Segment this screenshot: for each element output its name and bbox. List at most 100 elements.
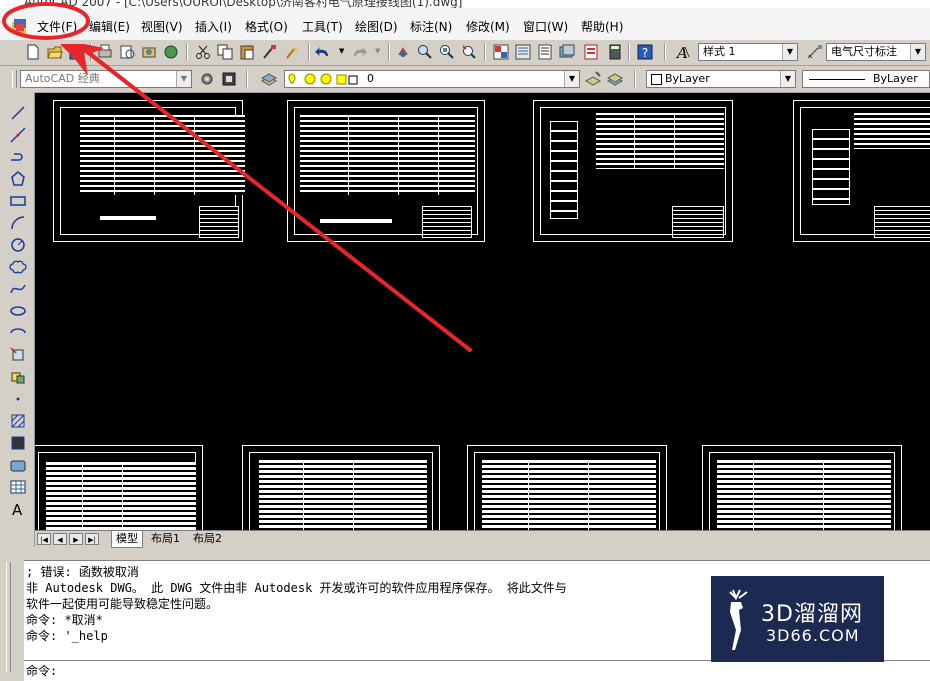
drawing-canvas[interactable] bbox=[35, 93, 930, 530]
menu-dimension[interactable]: 标注(N) bbox=[410, 18, 452, 35]
redo-dropdown-icon[interactable]: ▼ bbox=[375, 47, 380, 55]
first-tab-icon[interactable]: |◀ bbox=[37, 533, 51, 545]
line-icon[interactable] bbox=[9, 104, 27, 122]
match-properties-icon[interactable] bbox=[260, 43, 278, 61]
polygon-icon[interactable] bbox=[9, 170, 27, 188]
command-history-line: ; 错误: 函数被取消 bbox=[26, 565, 139, 579]
tab-model[interactable]: 模型 bbox=[111, 531, 143, 548]
drawing-sheet bbox=[702, 445, 902, 530]
properties-icon[interactable] bbox=[492, 43, 510, 61]
tool-palettes-icon[interactable] bbox=[536, 43, 554, 61]
drawing-sheet bbox=[793, 100, 930, 242]
markup-set-icon[interactable] bbox=[582, 43, 600, 61]
text-style-icon[interactable]: A bbox=[674, 43, 692, 61]
arc-icon[interactable] bbox=[9, 214, 27, 232]
make-current-layer-icon[interactable] bbox=[584, 70, 602, 88]
polyline-icon[interactable] bbox=[9, 148, 27, 166]
zoom-previous-icon[interactable] bbox=[460, 43, 478, 61]
region-icon[interactable] bbox=[9, 456, 27, 474]
menu-view[interactable]: 视图(V) bbox=[141, 18, 183, 35]
paste-icon[interactable] bbox=[238, 43, 256, 61]
insert-block-icon[interactable] bbox=[9, 346, 27, 364]
ellipse-arc-icon[interactable] bbox=[9, 324, 27, 342]
design-center-icon[interactable] bbox=[514, 43, 532, 61]
dimension-style-select[interactable]: 电气尺寸标注 ▼ bbox=[826, 43, 926, 61]
svg-text:A: A bbox=[675, 44, 688, 61]
construction-line-icon[interactable] bbox=[9, 126, 27, 144]
text-style-select[interactable]: 样式 1 ▼ bbox=[698, 43, 798, 61]
hatch-icon[interactable] bbox=[9, 412, 27, 430]
layer-value: 0 bbox=[367, 72, 374, 85]
undo-dropdown-icon[interactable]: ▼ bbox=[339, 47, 344, 55]
menu-file[interactable]: 文件(F) bbox=[37, 18, 77, 35]
text-style-value: 样式 1 bbox=[703, 45, 736, 58]
autocad-app-icon[interactable] bbox=[12, 19, 28, 33]
help-icon[interactable]: ? bbox=[636, 43, 654, 61]
command-history-line: 命令: '_help bbox=[26, 629, 108, 643]
chevron-down-icon: ▼ bbox=[780, 71, 795, 87]
site-watermark: 3D溜溜网 3D66.COM bbox=[711, 576, 884, 662]
publish-web-icon[interactable] bbox=[162, 43, 180, 61]
plot-preview-icon[interactable] bbox=[118, 43, 136, 61]
table-icon[interactable] bbox=[9, 478, 27, 496]
toolbar-grip[interactable] bbox=[12, 70, 17, 88]
publish-icon[interactable] bbox=[140, 43, 158, 61]
linetype-select[interactable]: ByLayer bbox=[802, 70, 930, 88]
menu-help[interactable]: 帮助(H) bbox=[581, 18, 623, 35]
redo-icon[interactable] bbox=[350, 43, 368, 61]
menu-modify[interactable]: 修改(M) bbox=[466, 18, 510, 35]
multiline-text-icon[interactable]: A bbox=[9, 500, 27, 518]
menu-bar: 文件(F) 编辑(E) 视图(V) 插入(I) 格式(O) 工具(T) 绘图(D… bbox=[0, 8, 930, 41]
workspace-select[interactable]: AutoCAD 经典 ▼ bbox=[20, 70, 192, 88]
layer-select[interactable]: 0 ▼ bbox=[284, 70, 580, 88]
print-icon[interactable] bbox=[96, 43, 114, 61]
menu-window[interactable]: 窗口(W) bbox=[523, 18, 568, 35]
svg-text:A: A bbox=[12, 501, 23, 518]
quickcalc-icon[interactable] bbox=[606, 43, 624, 61]
command-window-grip[interactable] bbox=[6, 562, 11, 672]
last-tab-icon[interactable]: ▶| bbox=[85, 533, 99, 545]
circle-icon[interactable] bbox=[9, 236, 27, 254]
tab-layout1[interactable]: 布局1 bbox=[147, 531, 184, 547]
zoom-window-icon[interactable] bbox=[438, 43, 456, 61]
sheet-set-icon[interactable] bbox=[558, 43, 576, 61]
make-block-icon[interactable] bbox=[9, 368, 27, 386]
menu-draw[interactable]: 绘图(D) bbox=[355, 18, 398, 35]
revision-cloud-icon[interactable] bbox=[9, 258, 27, 276]
ellipse-icon[interactable] bbox=[9, 302, 27, 320]
cut-icon[interactable] bbox=[194, 43, 212, 61]
layer-properties-icon[interactable] bbox=[260, 70, 278, 88]
new-file-icon[interactable] bbox=[24, 43, 42, 61]
point-icon[interactable] bbox=[9, 390, 27, 408]
gradient-icon[interactable] bbox=[9, 434, 27, 452]
command-history-line: 软件一起使用可能导致稳定性问题。 bbox=[26, 597, 219, 611]
tab-layout2[interactable]: 布局2 bbox=[189, 531, 226, 547]
pan-realtime-icon[interactable] bbox=[394, 43, 412, 61]
save-icon[interactable] bbox=[68, 43, 86, 61]
drawing-sheet bbox=[533, 100, 733, 242]
command-input[interactable]: 命令: bbox=[24, 660, 930, 681]
open-file-icon[interactable] bbox=[46, 43, 64, 61]
block-editor-icon[interactable] bbox=[284, 43, 302, 61]
linetype-value: ByLayer bbox=[873, 72, 918, 85]
zoom-realtime-icon[interactable] bbox=[416, 43, 434, 61]
dimension-style-icon[interactable] bbox=[806, 43, 824, 61]
drawing-sheet bbox=[467, 445, 667, 530]
undo-icon[interactable] bbox=[314, 43, 332, 61]
rectangle-icon[interactable] bbox=[9, 192, 27, 210]
next-tab-icon[interactable]: ▶ bbox=[69, 533, 83, 545]
menu-format[interactable]: 格式(O) bbox=[245, 18, 288, 35]
menu-insert[interactable]: 插入(I) bbox=[195, 18, 232, 35]
spline-icon[interactable] bbox=[9, 280, 27, 298]
menu-tools[interactable]: 工具(T) bbox=[302, 18, 343, 35]
layer-previous-icon[interactable] bbox=[606, 70, 624, 88]
title-bar: AutoCAD 2007 - [C:\Users\OUROI\Desktop\济… bbox=[0, 0, 930, 8]
workspace-save-icon[interactable] bbox=[220, 70, 238, 88]
previous-tab-icon[interactable]: ◀ bbox=[53, 533, 67, 545]
color-select[interactable]: ByLayer ▼ bbox=[646, 70, 796, 88]
workspace-settings-icon[interactable] bbox=[198, 70, 216, 88]
copy-icon[interactable] bbox=[216, 43, 234, 61]
svg-text:?: ? bbox=[642, 46, 648, 60]
command-prompt-label: 命令: bbox=[26, 664, 58, 678]
menu-edit[interactable]: 编辑(E) bbox=[89, 18, 130, 35]
